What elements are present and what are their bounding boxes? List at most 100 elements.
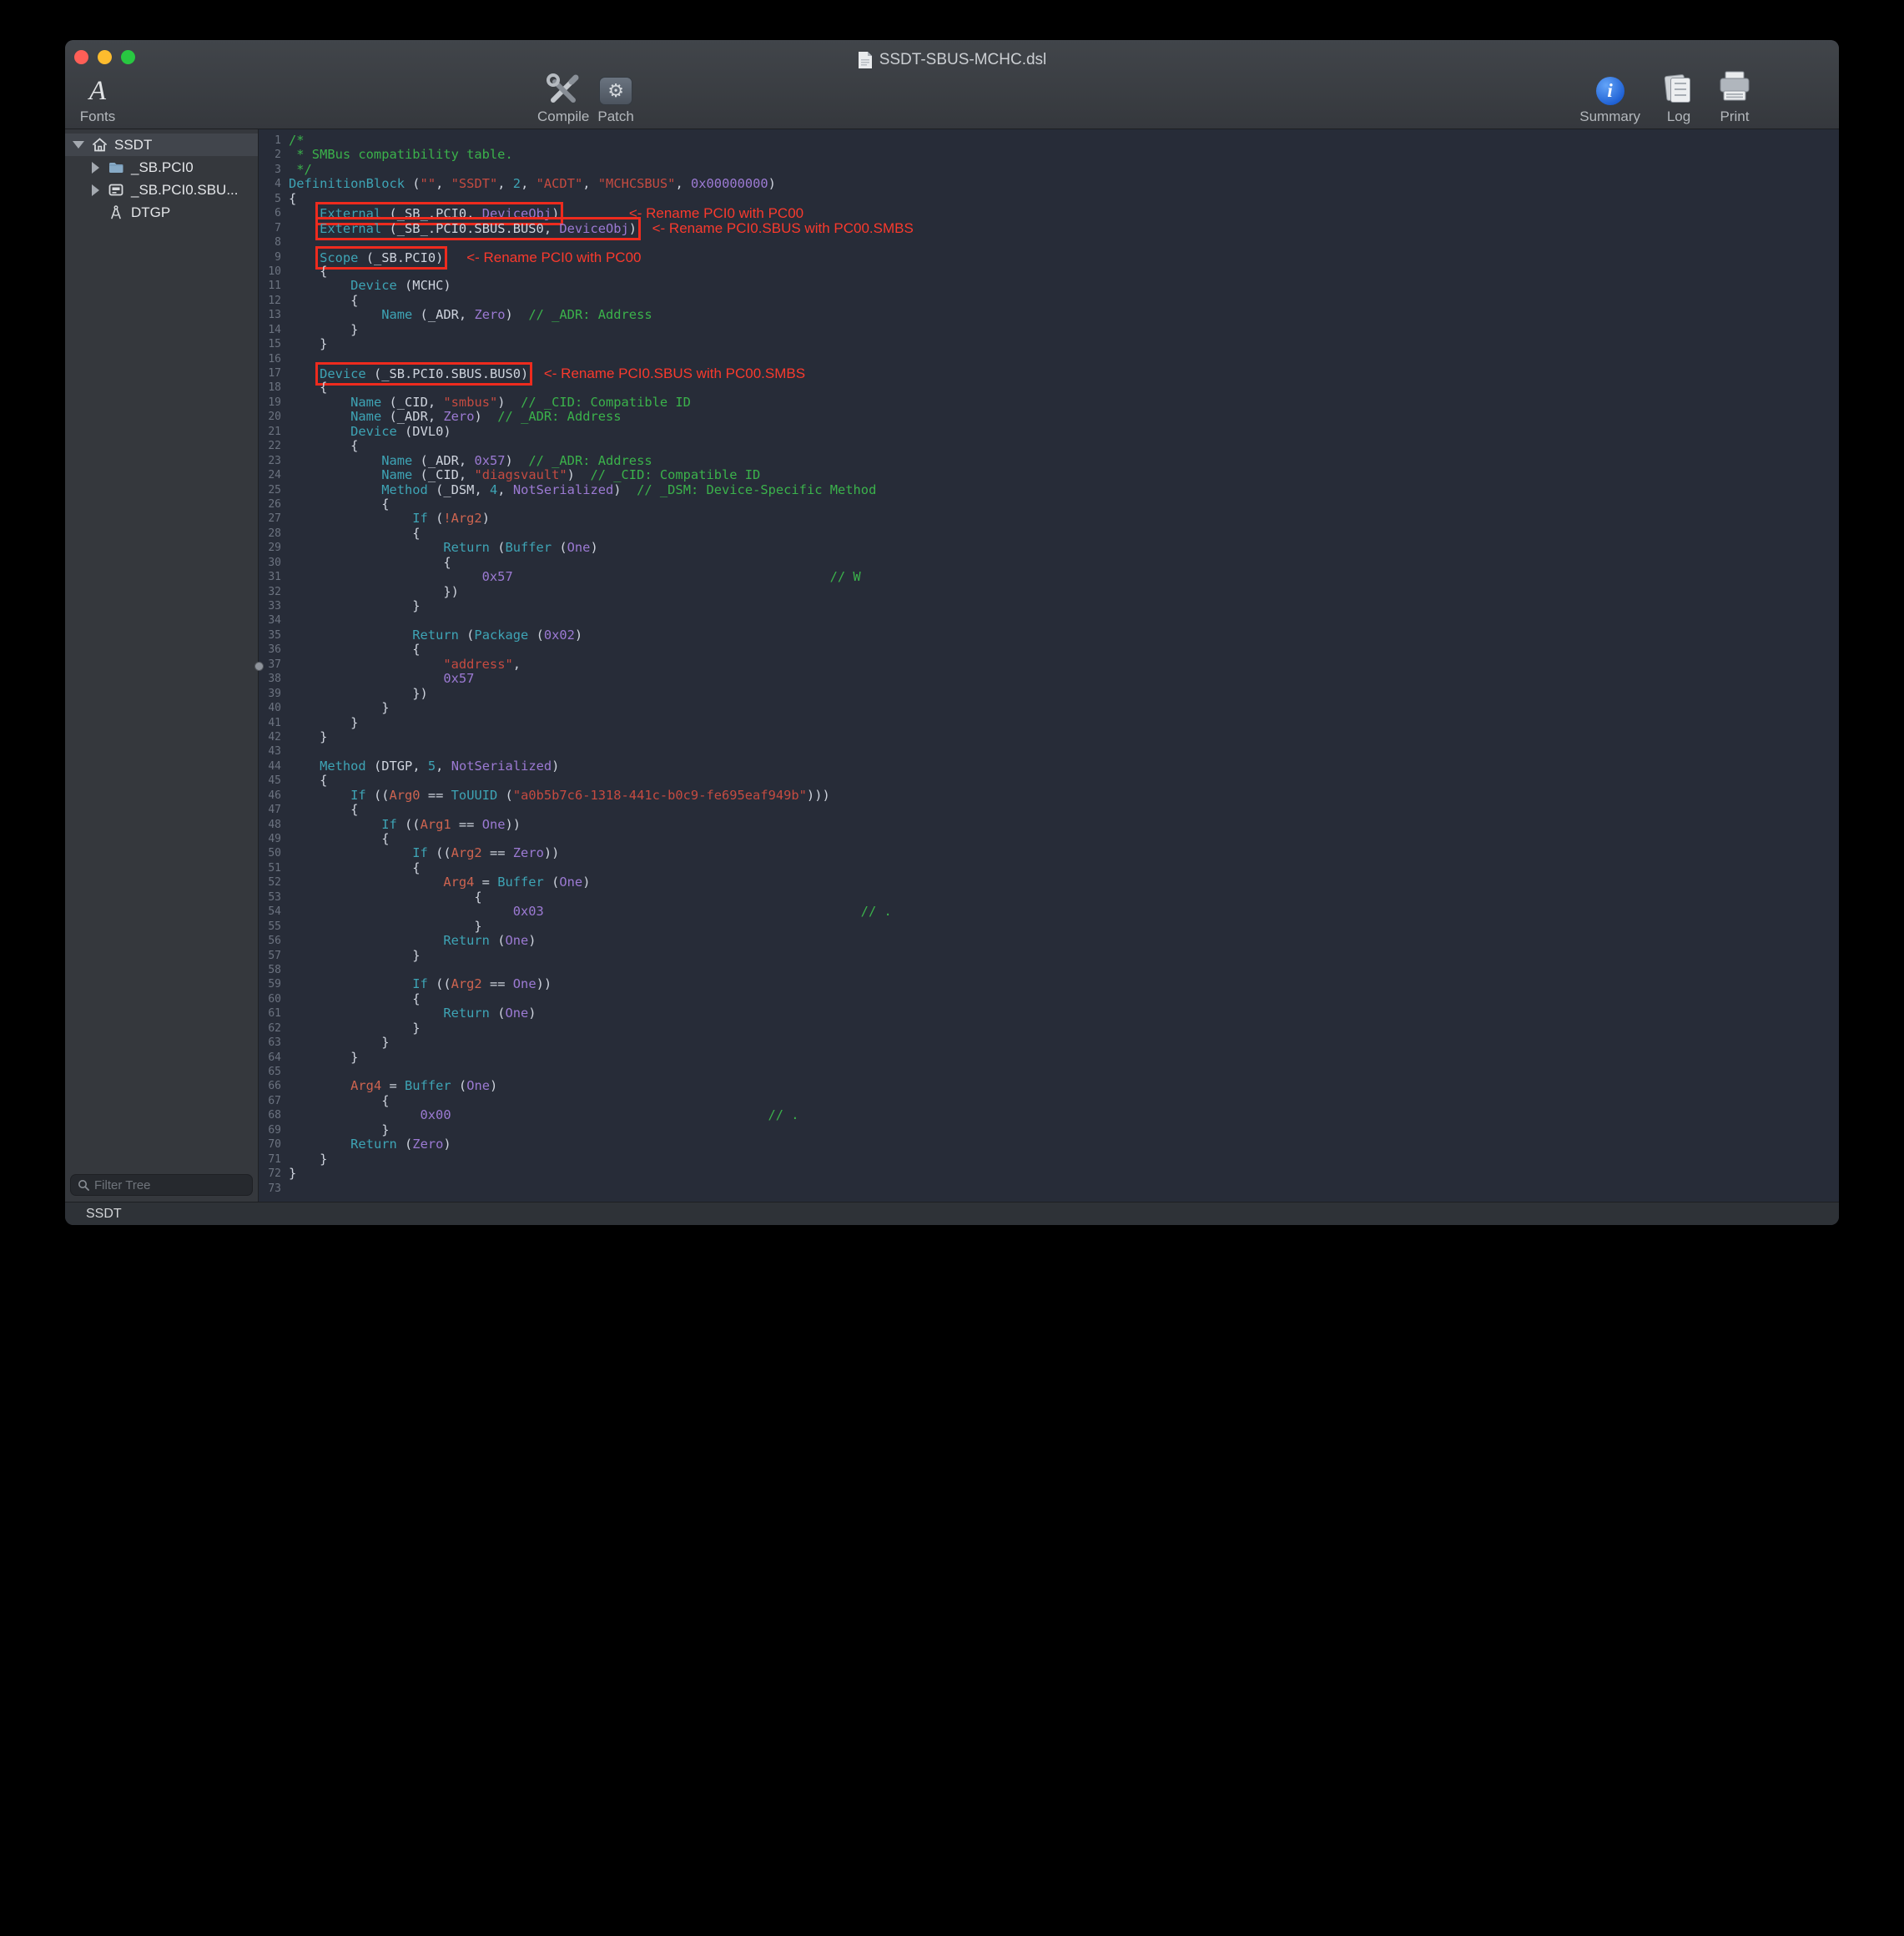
code-token: Zero xyxy=(443,409,474,424)
fonts-button[interactable]: A Fonts xyxy=(73,73,122,125)
sidebar-item-label: _SB.PCI0 xyxy=(131,159,194,176)
code-token: Buffer xyxy=(505,540,552,555)
code-token: // _ADR: Address xyxy=(528,307,652,322)
toolbar-right-group: i Summary Log xyxy=(1579,73,1752,125)
disclosure-expanded-icon[interactable] xyxy=(73,141,84,149)
code-token: "a0b5b7c6-1318-441c-b0c9-fe695eaf949b" xyxy=(513,788,807,803)
line-number: 3 xyxy=(259,163,289,177)
code-token: , xyxy=(428,395,444,410)
code-token: ( xyxy=(381,409,397,424)
code-token xyxy=(289,482,381,497)
code-token: ) xyxy=(490,1078,497,1093)
home-icon xyxy=(91,138,108,152)
code-token: , xyxy=(466,206,482,221)
code-line: 69 } xyxy=(259,1123,1839,1137)
line-number: 6 xyxy=(259,206,289,220)
code-line: 25 Method (_DSM, 4, NotSerialized) // _D… xyxy=(259,483,1839,497)
sidebar-item-sb-pci0-sbus[interactable]: _SB.PCI0.SBU... xyxy=(65,179,258,201)
line-number: 25 xyxy=(259,483,289,497)
code-token xyxy=(289,366,320,381)
code-token: Name xyxy=(350,395,381,410)
code-token: } xyxy=(289,729,327,744)
code-line: 67 { xyxy=(259,1094,1839,1108)
log-button[interactable]: Log xyxy=(1664,73,1694,125)
code-token: "" xyxy=(421,176,436,191)
print-button[interactable]: Print xyxy=(1717,73,1752,125)
line-number: 73 xyxy=(259,1182,289,1196)
code-token: One xyxy=(505,933,528,948)
sidebar-item-sb-pci0[interactable]: _SB.PCI0 xyxy=(65,156,258,179)
code-token: One xyxy=(513,976,536,991)
code-token: Zero xyxy=(513,845,544,860)
code-token: _CID xyxy=(397,395,428,410)
disclosure-collapsed-icon[interactable] xyxy=(89,162,101,174)
line-number: 2 xyxy=(259,148,289,162)
code-editor[interactable]: 1/*2 * SMBus compatibility table.3 */4De… xyxy=(259,129,1839,1202)
print-label: Print xyxy=(1720,108,1750,125)
code-token xyxy=(289,1006,443,1021)
filter-tree-field[interactable] xyxy=(70,1174,253,1196)
code-token: ) xyxy=(575,628,582,643)
line-number: 39 xyxy=(259,687,289,701)
code-token: */ xyxy=(289,162,312,177)
code-token: 2 xyxy=(513,176,521,191)
summary-button[interactable]: i Summary xyxy=(1579,73,1640,125)
code-token: { xyxy=(289,264,327,279)
code-token: DefinitionBlock xyxy=(289,176,405,191)
disclosure-collapsed-icon[interactable] xyxy=(89,184,101,196)
code-token: Arg2 xyxy=(451,845,482,860)
status-bar: SSDT xyxy=(65,1202,1839,1225)
code-token: 0x02 xyxy=(544,628,575,643)
code-token: ( xyxy=(552,540,567,555)
close-button[interactable] xyxy=(74,50,88,64)
code-token: ( xyxy=(381,221,397,236)
toolbar: A Fonts Compile ⚙ xyxy=(65,73,1839,129)
minimize-button[interactable] xyxy=(98,50,112,64)
code-line: 3 */ xyxy=(259,163,1839,177)
line-number: 35 xyxy=(259,628,289,643)
fonts-label: Fonts xyxy=(80,108,116,125)
sidebar-item-dtgp[interactable]: DTGP xyxy=(65,201,258,224)
line-number: 62 xyxy=(259,1021,289,1036)
code-token: One xyxy=(567,540,591,555)
code-token: ( xyxy=(451,1078,467,1093)
code-token: MCHC xyxy=(412,278,443,293)
sidebar-item-ssdt[interactable]: SSDT xyxy=(65,134,258,156)
code-token: Buffer xyxy=(497,875,544,890)
code-token: { xyxy=(289,773,327,788)
code-token xyxy=(289,628,412,643)
code-token: // _ADR: Address xyxy=(497,409,621,424)
code-token: , xyxy=(436,759,451,774)
filter-tree-input[interactable] xyxy=(94,1178,245,1192)
line-number: 45 xyxy=(259,774,289,788)
code-line: 33 } xyxy=(259,599,1839,613)
code-token: Return xyxy=(443,540,490,555)
code-token: } xyxy=(289,598,421,613)
code-token: ) xyxy=(528,933,536,948)
code-token xyxy=(289,511,412,526)
code-line: 44 Method (DTGP, 5, NotSerialized) xyxy=(259,759,1839,774)
code-line: 38 0x57 xyxy=(259,672,1839,686)
code-line: 1/* xyxy=(259,134,1839,148)
code-token: ( xyxy=(397,424,413,439)
code-token xyxy=(289,817,381,832)
line-number: 18 xyxy=(259,381,289,395)
zoom-button[interactable] xyxy=(121,50,135,64)
compile-button[interactable]: Compile xyxy=(537,73,589,125)
splitter-handle-icon[interactable] xyxy=(254,662,264,671)
code-token: If xyxy=(381,817,397,832)
code-token xyxy=(443,250,466,265)
code-line: 52 Arg4 = Buffer (One) xyxy=(259,875,1839,890)
code-token: 0x57 xyxy=(474,453,505,468)
code-token: Device xyxy=(320,366,366,381)
titlebar[interactable]: SSDT-SBUS-MCHC.dsl xyxy=(65,40,1839,73)
code-token: ( xyxy=(490,1006,506,1021)
code-token: "ACDT" xyxy=(536,176,583,191)
code-token: // _CID: Compatible ID xyxy=(521,395,691,410)
code-token: } xyxy=(289,322,358,337)
code-line: 680x00// . xyxy=(259,1108,1839,1122)
code-line: 37 "address", xyxy=(259,658,1839,672)
code-line: 29 Return (Buffer (One) xyxy=(259,541,1839,555)
patch-button[interactable]: ⚙ Patch xyxy=(597,73,633,125)
line-number: 44 xyxy=(259,759,289,774)
